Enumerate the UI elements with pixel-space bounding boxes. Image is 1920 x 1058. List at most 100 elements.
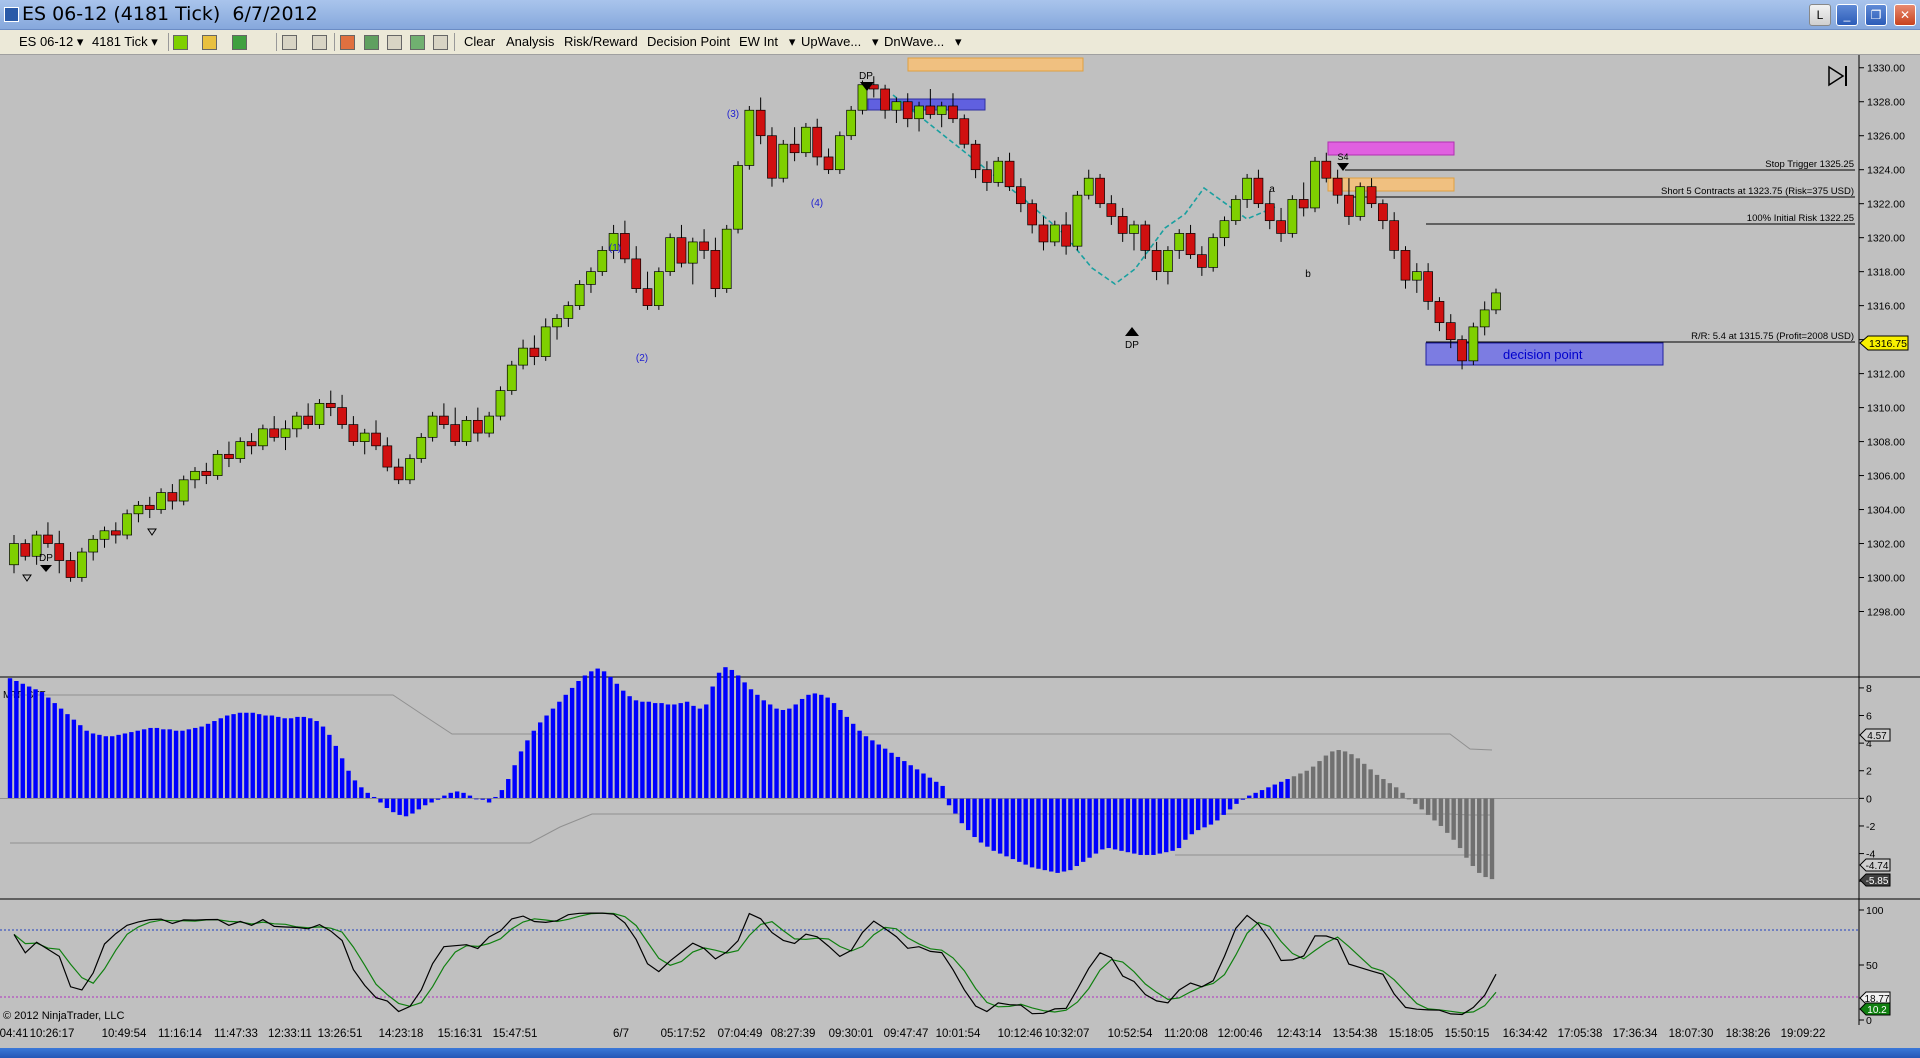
dnwave-label: DnWave...: [884, 34, 945, 49]
mtp-bar: [1457, 798, 1463, 849]
candle-down: [439, 415, 449, 425]
mtp-bar: [359, 787, 364, 799]
mtp-histogram: [0, 667, 1859, 880]
mtp-bar: [1176, 798, 1182, 849]
candle-up: [993, 160, 1004, 183]
mtp-bar: [793, 704, 798, 799]
mtp-bar: [1068, 798, 1073, 871]
mtp-bar: [1151, 798, 1156, 855]
mtp-bar: [1489, 798, 1495, 880]
candle-up: [834, 135, 845, 171]
mtp-bar: [65, 714, 70, 799]
mtp-bar: [512, 765, 517, 799]
link-button[interactable]: L: [1809, 4, 1831, 26]
mtp-bar: [1413, 798, 1418, 804]
time-axis-label: 10:49:54: [101, 1028, 147, 1040]
candle-up: [1468, 326, 1479, 362]
decision-point-button[interactable]: Decision Point: [647, 34, 730, 49]
mtp-bar: [1425, 798, 1431, 815]
candle-up: [586, 271, 596, 285]
zoom-icon[interactable]: [282, 35, 297, 50]
clear-button[interactable]: Clear: [464, 34, 495, 49]
analysis-button[interactable]: Analysis: [506, 34, 554, 49]
mtp-bar: [959, 798, 965, 824]
crosshair-icon[interactable]: [232, 35, 247, 50]
mtp-bar: [122, 733, 128, 799]
short-entry-label: Short 5 Contracts at 1323.75 (Risk=375 U…: [1661, 186, 1854, 197]
bar-type-icon[interactable]: [173, 35, 188, 50]
mtp-bar: [1330, 751, 1335, 799]
data-box-icon[interactable]: [340, 35, 355, 50]
instrument-icon[interactable]: [364, 35, 379, 50]
candle-down: [767, 135, 777, 179]
price-tick-label: 1298.00: [1867, 607, 1905, 619]
template-icon[interactable]: [387, 35, 402, 50]
price-tick-label: 1300.00: [1867, 573, 1905, 585]
mtp-bar: [442, 795, 447, 799]
minimize-button[interactable]: _: [1836, 4, 1858, 26]
time-axis: 10:04:4110:26:17 10:49:54 11:16:14 11:47:33…: [0, 1026, 1860, 1044]
candle-up: [846, 109, 857, 137]
mtp-bar: [212, 721, 217, 799]
candle-down: [1434, 301, 1445, 323]
mtp-tick-label: 8: [1866, 683, 1872, 695]
candle-down: [1400, 250, 1411, 281]
candle-up: [9, 543, 19, 566]
mtp-bar: [1023, 798, 1028, 865]
mtp-bar: [58, 708, 64, 799]
mtp-bar: [148, 727, 153, 799]
stoch-k-line: [13, 912, 1497, 1016]
risk-reward-button[interactable]: Risk/Reward: [564, 34, 638, 49]
mtp-bar: [486, 798, 492, 803]
candle-down: [959, 118, 970, 145]
candle-down: [393, 466, 404, 481]
window-title: ES 06-12 (4181 Tick) 6/7/2012: [22, 3, 318, 25]
mtp-bar: [799, 698, 805, 799]
candle-down: [1332, 177, 1343, 196]
candle-down: [1004, 160, 1015, 188]
candle-down: [1457, 339, 1467, 362]
mtp-bar: [78, 725, 83, 799]
wave-label: b: [1305, 269, 1311, 280]
stoch-tick-label: 0: [1866, 1015, 1872, 1026]
mtp-tick-label: -2: [1866, 821, 1875, 833]
mtp-bar: [161, 729, 166, 799]
chart-canvas[interactable]: decision point Stop Trigger 1325.25 Shor…: [0, 55, 1920, 1026]
mtp-bar: [608, 676, 613, 799]
close-button[interactable]: ✕: [1894, 4, 1916, 26]
mtp-bar: [902, 761, 907, 799]
mtp-bar: [825, 697, 830, 799]
candle-up: [1072, 194, 1083, 247]
mtp-bar: [563, 694, 568, 799]
candle-up: [461, 419, 472, 442]
restore-button[interactable]: ❐: [1865, 4, 1887, 26]
mtp-bar: [863, 736, 869, 799]
pencil-icon[interactable]: [202, 35, 217, 50]
alert-icon[interactable]: [433, 35, 448, 50]
interval-selector[interactable]: 4181 Tick ▾: [92, 34, 158, 50]
time-axis-label: 6/7: [613, 1028, 629, 1040]
mtp-bar: [186, 729, 192, 799]
resistance-zone[interactable]: [907, 57, 1084, 72]
mtp-bar: [167, 729, 172, 799]
entry-zone[interactable]: [1327, 177, 1455, 192]
dnwave-dropdown[interactable]: DnWave... ▾: [884, 34, 962, 50]
instrument-selector[interactable]: ES 06-12 ▾: [19, 34, 83, 50]
properties-icon[interactable]: [312, 35, 327, 50]
candle-down: [269, 428, 280, 438]
ew-int-dropdown[interactable]: EW Int ▾: [739, 34, 795, 50]
candle-down: [303, 415, 313, 425]
upwave-dropdown[interactable]: UpWave... ▾: [801, 34, 879, 50]
mtp-bar: [1317, 761, 1322, 799]
mtp-bar: [627, 696, 632, 799]
price-tick-label: 1316.00: [1867, 301, 1905, 313]
mtp-bar: [224, 715, 230, 799]
mtp-bar: [1247, 795, 1252, 799]
dp-label: DP: [859, 71, 873, 82]
mtp-bar: [537, 722, 543, 799]
mtp-bar: [397, 798, 402, 815]
go-to-end-icon[interactable]: [1828, 65, 1847, 87]
mtp-bar: [110, 736, 115, 799]
candle-down: [1389, 220, 1400, 251]
strategy-icon[interactable]: [410, 35, 425, 50]
